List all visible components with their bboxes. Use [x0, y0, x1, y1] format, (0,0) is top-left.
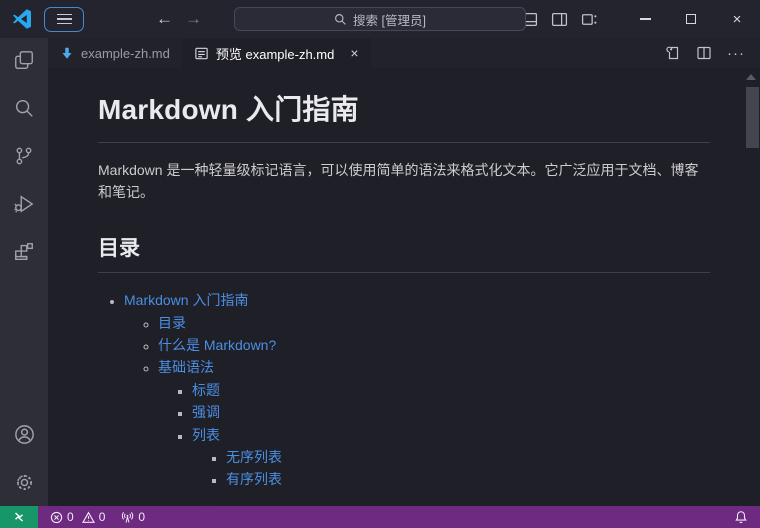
toggle-secondary-sidebar-icon[interactable] [551, 11, 568, 28]
scrollbar-thumb[interactable] [746, 87, 759, 148]
toc-list: Markdown 入门指南 目录 什么是 Markdown? 基础语法 标题 强… [98, 289, 710, 506]
notifications-bell-icon[interactable] [734, 510, 748, 524]
list-item: 无序列表 [226, 446, 710, 468]
toc-link[interactable]: 标题 [192, 382, 220, 398]
tab-label: example-zh.md [81, 45, 170, 61]
toc-link[interactable]: 基础语法 [158, 359, 214, 375]
tab-bar: example-zh.md 预览 example-zh.md × ··· [48, 38, 760, 68]
extensions-icon[interactable] [12, 240, 36, 264]
source-control-icon[interactable] [12, 144, 36, 168]
list-item: 列表 无序列表 有序列表 [192, 424, 710, 491]
navigate-back-icon[interactable]: ← [156, 9, 173, 29]
list-item: 有序列表 [226, 468, 710, 490]
list-item: 基础语法 标题 强调 列表 无序列表 有序列表 [158, 356, 710, 506]
toc-heading: 目录 [98, 232, 710, 274]
toc-link[interactable]: 什么是 Markdown? [158, 337, 276, 353]
toc-link[interactable]: 链接 [192, 505, 220, 506]
error-icon [50, 511, 63, 523]
toc-link[interactable]: 目录 [158, 315, 186, 331]
ports-count: 0 [138, 510, 146, 524]
run-debug-icon[interactable] [12, 192, 36, 216]
editor-group: example-zh.md 预览 example-zh.md × ··· Mar… [48, 38, 760, 506]
vscode-logo-icon [13, 9, 31, 29]
error-count: 0 [67, 510, 74, 524]
show-source-icon[interactable] [665, 45, 681, 61]
preview-icon [194, 46, 209, 61]
warning-icon [81, 511, 95, 523]
navigate-forward-icon[interactable]: → [185, 9, 202, 29]
explorer-icon[interactable] [12, 48, 36, 72]
split-editor-icon[interactable] [696, 45, 712, 61]
tab-label: 预览 example-zh.md [215, 46, 335, 62]
toc-link[interactable]: 强调 [192, 404, 220, 420]
settings-gear-icon[interactable] [12, 470, 36, 494]
status-bar: 0 0 0 [0, 506, 760, 528]
toc-link[interactable]: 列表 [192, 427, 220, 443]
search-icon [335, 13, 346, 25]
tab-example-zh-md[interactable]: example-zh.md [48, 38, 182, 68]
search-icon[interactable] [12, 96, 36, 120]
problems-indicator[interactable]: 0 0 [50, 510, 109, 524]
accounts-icon[interactable] [12, 422, 36, 446]
markdown-preview: Markdown 入门指南 Markdown 是一种轻量级标记语言，可以使用简单… [48, 68, 760, 506]
tab-preview-example-zh-md[interactable]: 预览 example-zh.md × [181, 38, 371, 68]
close-tab-icon[interactable]: × [350, 46, 358, 60]
remote-indicator[interactable] [0, 506, 38, 528]
list-item: 什么是 Markdown? [158, 334, 710, 356]
customize-layout-icon[interactable] [581, 11, 598, 28]
maximize-button[interactable] [668, 0, 714, 38]
application-menu-button[interactable] [44, 6, 84, 32]
list-item: 目录 [158, 312, 710, 334]
list-item: 标题 [192, 379, 710, 401]
markdown-file-icon [60, 46, 74, 60]
title-bar: ← → 搜索 [管理员] × [0, 0, 760, 38]
search-label: 搜索 [管理员] [353, 13, 426, 28]
more-actions-icon[interactable]: ··· [727, 45, 745, 62]
command-center-search[interactable]: 搜索 [管理员] [234, 7, 526, 31]
radio-tower-icon [122, 511, 134, 523]
warning-count: 0 [98, 510, 106, 524]
toc-link[interactable]: 有序列表 [226, 471, 282, 487]
intro-paragraph: Markdown 是一种轻量级标记语言，可以使用简单的语法来格式化文本。它广泛应… [98, 161, 699, 201]
page-title: Markdown 入门指南 [98, 88, 710, 143]
toc-link[interactable]: Markdown 入门指南 [124, 292, 248, 308]
editor-actions: ··· [665, 38, 760, 68]
list-item: 链接 [192, 502, 710, 506]
ports-indicator[interactable]: 0 [121, 510, 149, 524]
activity-bar [0, 38, 48, 506]
list-item: Markdown 入门指南 目录 什么是 Markdown? 基础语法 标题 强… [124, 289, 710, 506]
list-item: 强调 [192, 401, 710, 423]
close-window-button[interactable]: × [714, 0, 760, 38]
toc-link[interactable]: 无序列表 [226, 449, 282, 465]
minimize-button[interactable] [622, 0, 668, 38]
scroll-up-arrow[interactable] [746, 74, 756, 80]
vscode-window: ← → 搜索 [管理员] × example-zh.md 预览 example-… [0, 0, 760, 528]
remote-icon [15, 512, 23, 522]
